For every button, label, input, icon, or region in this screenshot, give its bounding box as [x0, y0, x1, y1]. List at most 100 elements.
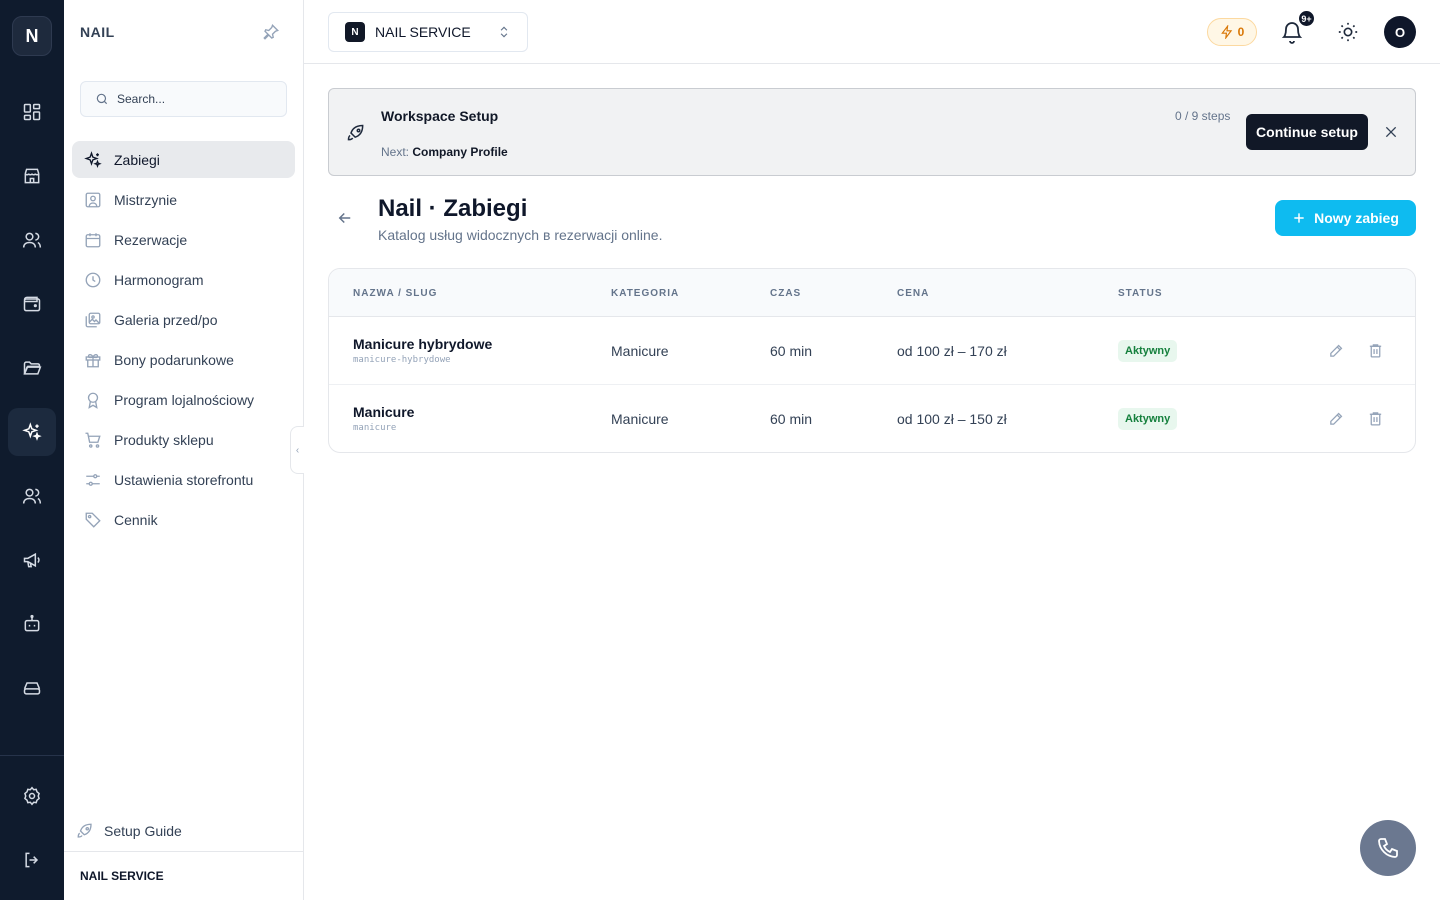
workspace-name: NAIL SERVICE: [375, 24, 471, 40]
trash-icon[interactable]: [1367, 342, 1384, 359]
sidebar-item-harmonogram[interactable]: Harmonogram: [72, 261, 295, 298]
workspace-setup-banner: Workspace Setup Next: Company Profile 0 …: [328, 88, 1416, 176]
storage-icon[interactable]: [8, 664, 56, 712]
banner-title: Workspace Setup: [381, 108, 499, 124]
service-time: 60 min: [770, 411, 813, 427]
sidebar: NAIL Zabiegi Mistrzynie Rezerwacje Harmo…: [64, 0, 304, 900]
sidebar-collapse-handle[interactable]: ‹: [290, 426, 304, 474]
workspace-badge: N: [345, 22, 365, 42]
edit-icon[interactable]: [1328, 410, 1345, 427]
setup-guide-label: Setup Guide: [104, 823, 182, 839]
sidebar-item-label: Mistrzynie: [114, 191, 178, 208]
sidebar-item-produkty[interactable]: Produkty sklepu: [72, 421, 295, 458]
sidebar-item-zabiegi[interactable]: Zabiegi: [72, 141, 295, 178]
table-header: NAZWA / SLUG KATEGORIA CZAS CENA STATUS: [329, 269, 1415, 317]
cart-icon: [85, 432, 101, 448]
sun-icon[interactable]: [1337, 21, 1359, 43]
table-row[interactable]: Manicure manicure Manicure 60 min od 100…: [329, 385, 1415, 452]
award-icon: [87, 392, 99, 409]
pin-icon[interactable]: [262, 23, 280, 41]
new-service-label: Nowy zabieg: [1314, 210, 1399, 226]
sidebar-item-label: Harmonogram: [114, 271, 204, 288]
gallery-icon: [85, 312, 101, 327]
sidebar-item-label: Produkty sklepu: [114, 431, 214, 448]
logout-icon[interactable]: [8, 836, 56, 884]
megaphone-icon[interactable]: [8, 536, 56, 584]
sliders-icon: [86, 473, 100, 486]
new-service-button[interactable]: Nowy zabieg: [1275, 200, 1416, 236]
sidebar-item-program[interactable]: Program lojalnościowy: [72, 381, 295, 418]
wallet-icon[interactable]: [8, 280, 56, 328]
header-time: CZAS: [770, 288, 802, 299]
service-name: Manicure: [353, 404, 415, 420]
sidebar-item-cennik[interactable]: Cennik: [72, 501, 295, 538]
store-icon[interactable]: [8, 152, 56, 200]
status-badge: Aktywny: [1118, 340, 1178, 362]
folder-icon[interactable]: [8, 344, 56, 392]
banner-steps: 0 / 9 steps: [1175, 109, 1231, 123]
call-button[interactable]: [1360, 820, 1416, 876]
tag-icon: [85, 512, 101, 528]
lightning-icon: [1220, 25, 1232, 39]
chevron-left-icon: ‹: [295, 444, 300, 456]
bot-icon[interactable]: [8, 600, 56, 648]
header-price: CENA: [897, 288, 930, 299]
page-subtitle: Katalog usług widocznych в rezerwacji on…: [378, 227, 663, 243]
sidebar-item-bony[interactable]: Bony podarunkowe: [72, 341, 295, 378]
search-input[interactable]: [117, 92, 267, 106]
sidebar-item-label: Galeria przed/po: [114, 311, 218, 328]
service-time: 60 min: [770, 343, 813, 359]
notification-badge: 9+: [1298, 10, 1315, 27]
status-badge: Aktywny: [1118, 408, 1178, 430]
sidebar-search[interactable]: [80, 81, 287, 117]
arrow-left-icon[interactable]: [336, 209, 354, 227]
sidebar-item-label: Ustawienia storefrontu: [114, 471, 254, 488]
header-name: NAZWA / SLUG: [353, 288, 438, 299]
services-table: NAZWA / SLUG KATEGORIA CZAS CENA STATUS …: [328, 268, 1416, 453]
banner-next-label: Next:: [381, 145, 410, 159]
service-slug: manicure-hybrydowe: [353, 355, 451, 365]
service-slug: manicure: [353, 423, 397, 433]
credits-badge[interactable]: 0: [1207, 18, 1257, 46]
sidebar-item-rezerwacje[interactable]: Rezerwacje: [72, 221, 295, 258]
app-logo[interactable]: N: [12, 16, 52, 56]
service-category: Manicure: [611, 343, 669, 359]
sidebar-item-mistrzynie[interactable]: Mistrzynie: [72, 181, 295, 218]
sidebar-item-label: Program lojalnościowy: [114, 391, 255, 408]
workspace-selector[interactable]: N NAIL SERVICE: [328, 12, 528, 52]
header-status: STATUS: [1118, 288, 1163, 299]
gift-icon: [85, 353, 101, 367]
team-icon[interactable]: [8, 472, 56, 520]
users-icon[interactable]: [8, 216, 56, 264]
rail-divider: [0, 755, 64, 756]
continue-setup-button[interactable]: Continue setup: [1246, 114, 1368, 150]
banner-next-step: Next: Company Profile: [381, 145, 508, 159]
workspace-footer: NAIL SERVICE: [80, 869, 164, 883]
user-square-icon: [85, 192, 101, 207]
sidebar-item-label: Bony podarunkowe: [114, 351, 234, 368]
setup-guide-link[interactable]: Setup Guide: [76, 822, 182, 840]
sparkles-icon[interactable]: [8, 408, 56, 456]
icon-rail: N: [0, 0, 64, 900]
phone-icon: [1378, 838, 1398, 858]
rocket-icon: [77, 823, 92, 838]
sidebar-item-galeria[interactable]: Galeria przed/po: [72, 301, 295, 338]
user-avatar[interactable]: O: [1384, 16, 1416, 48]
sidebar-item-ustawienia[interactable]: Ustawienia storefrontu: [72, 461, 295, 498]
plus-icon: [1294, 213, 1304, 223]
service-category: Manicure: [611, 411, 669, 427]
sparkles-icon: [84, 150, 102, 168]
calendar-icon: [85, 232, 101, 247]
table-row[interactable]: Manicure hybrydowe manicure-hybrydowe Ma…: [329, 317, 1415, 385]
trash-icon[interactable]: [1367, 410, 1384, 427]
sidebar-footer-divider: [64, 851, 304, 852]
close-icon[interactable]: [1383, 124, 1399, 140]
service-price: od 100 zł – 150 zł: [897, 411, 1007, 427]
settings-icon[interactable]: [8, 772, 56, 820]
dashboard-icon[interactable]: [8, 88, 56, 136]
header-category: KATEGORIA: [611, 288, 680, 299]
edit-icon[interactable]: [1328, 342, 1345, 359]
topbar: N NAIL SERVICE 0 9+ O: [304, 0, 1440, 64]
sidebar-title: NAIL: [80, 24, 115, 40]
search-icon: [96, 93, 108, 105]
